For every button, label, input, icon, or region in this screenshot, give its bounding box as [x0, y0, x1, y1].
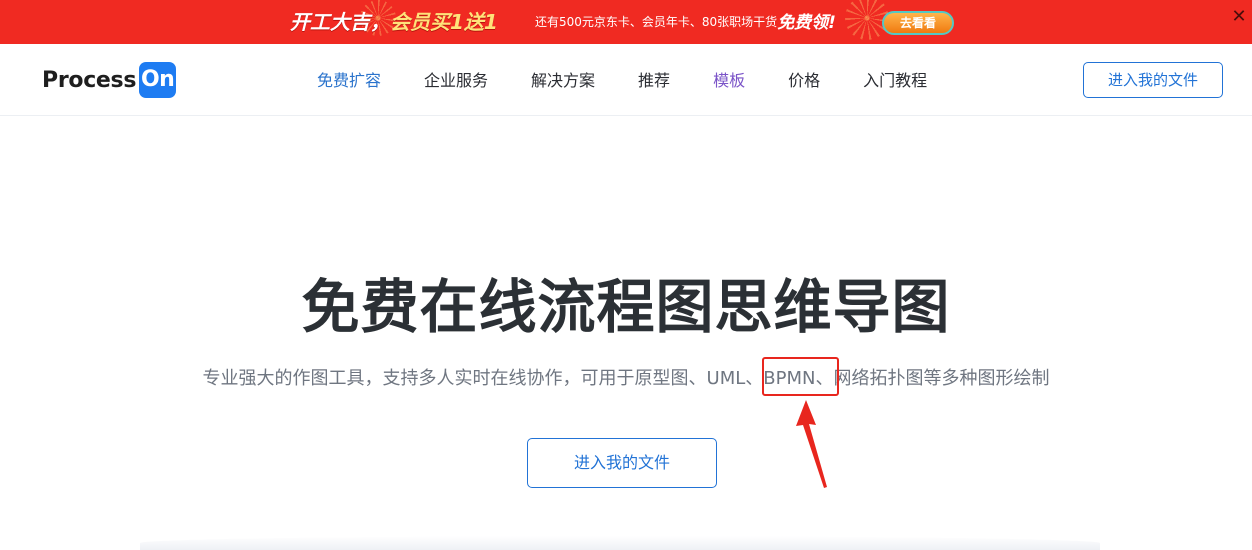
promo-subtitle-emphasis: 免费领! [777, 13, 836, 33]
nav-item-tutorial[interactable]: 入门教程 [863, 70, 927, 92]
nav-item-solutions[interactable]: 解决方案 [531, 70, 595, 92]
content-card-edge [140, 536, 1100, 550]
enter-my-files-button[interactable]: 进入我的文件 [1083, 62, 1223, 98]
promo-title-part2: 会员买1送1 [390, 10, 498, 34]
processon-logo[interactable]: Process On [42, 62, 177, 98]
hero-enter-my-files-button[interactable]: 进入我的文件 [527, 438, 717, 488]
nav-item-templates[interactable]: 模板 [713, 70, 745, 92]
annotation-highlight-box [762, 357, 839, 396]
logo-badge: On [139, 62, 177, 98]
promo-go-button[interactable]: 去看看 [882, 11, 954, 35]
hero-subtitle: 专业强大的作图工具，支持多人实时在线协作，可用于原型图、UML、BPMN、网络拓… [202, 368, 1050, 389]
nav-item-pricing[interactable]: 价格 [788, 70, 820, 92]
promo-subtitle: 还有500元京东卡、会员年卡、80张职场干货免费领! [535, 13, 836, 32]
main-nav: 免费扩容 企业服务 解决方案 推荐 模板 价格 入门教程 [317, 70, 970, 92]
nav-item-recommend[interactable]: 推荐 [638, 70, 670, 92]
close-icon[interactable]: ✕ [1226, 6, 1252, 30]
nav-item-free-expansion[interactable]: 免费扩容 [317, 70, 381, 92]
arrow-up-icon [796, 400, 827, 488]
site-header: Process On 免费扩容 企业服务 解决方案 推荐 模板 价格 入门教程 … [0, 44, 1252, 116]
promo-title: 开工大吉，会员买1送1 [290, 8, 498, 36]
promo-subtitle-text: 还有500元京东卡、会员年卡、80张职场干货 [535, 15, 778, 29]
nav-item-enterprise[interactable]: 企业服务 [424, 70, 488, 92]
promo-banner[interactable]: 开工大吉，会员买1送1 还有500元京东卡、会员年卡、80张职场干货免费领! 去… [0, 0, 1252, 44]
hero-title: 免费在线流程图思维导图 [301, 273, 951, 341]
promo-title-part1: 开工大吉， [290, 10, 390, 34]
logo-text: Process [42, 67, 137, 93]
